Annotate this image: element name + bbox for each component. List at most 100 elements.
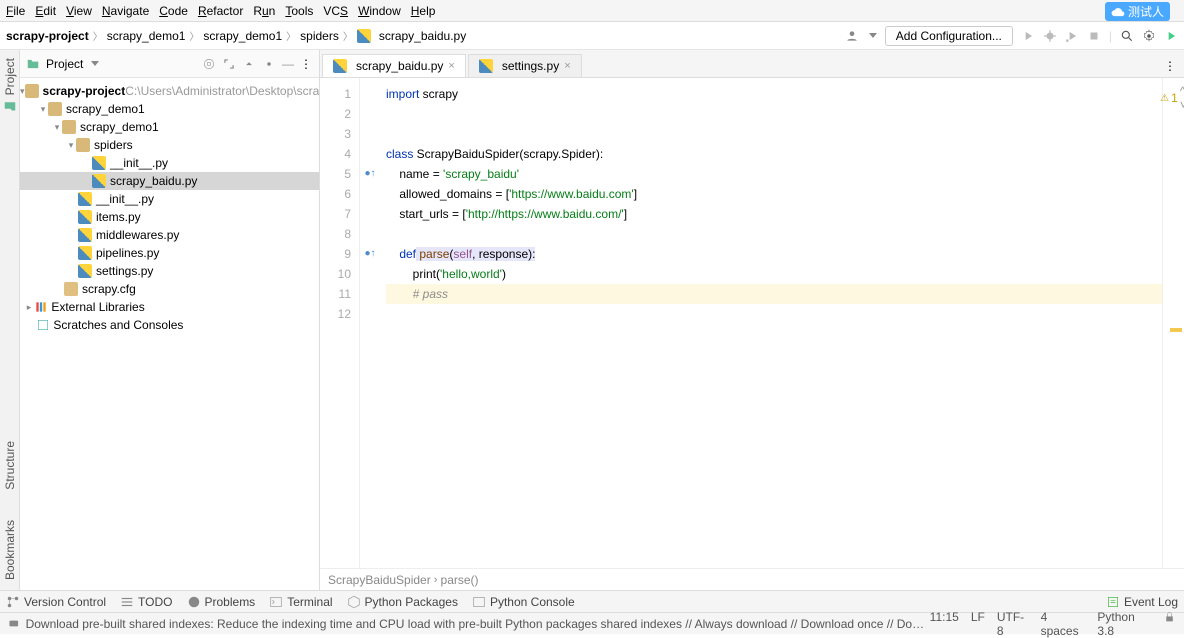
top-badge-area: 测试人 [1105, 2, 1170, 21]
editor-area: scrapy_baidu.py× settings.py× ⋮ 12345678… [320, 50, 1184, 590]
status-encoding[interactable]: UTF-8 [997, 610, 1029, 638]
tree-spiders[interactable]: ▾spiders [20, 136, 319, 154]
chevron-right-icon: 〉 [286, 28, 296, 43]
tab-python-packages[interactable]: Python Packages [347, 595, 458, 609]
status-position[interactable]: 11:15 [930, 610, 959, 638]
tab-problems[interactable]: Problems [187, 595, 256, 609]
tab-version-control[interactable]: Version Control [6, 595, 106, 609]
crumb-file[interactable]: scrapy_baidu.py [379, 29, 466, 43]
lock-icon[interactable] [1163, 610, 1176, 624]
more-icon[interactable]: ⋮ [300, 57, 313, 71]
menu-help[interactable]: Help [411, 4, 436, 18]
code-lines[interactable]: import scrapy class ScrapyBaiduSpider(sc… [380, 78, 1162, 568]
bc-method[interactable]: parse() [441, 573, 479, 587]
menu-refactor[interactable]: Refactor [198, 4, 243, 18]
tree-pipelines[interactable]: pipelines.py [20, 244, 319, 262]
tree-cfg[interactable]: scrapy.cfg [20, 280, 319, 298]
editor-tabs: scrapy_baidu.py× settings.py× ⋮ [320, 50, 1184, 78]
run-coverage-icon[interactable] [1065, 29, 1079, 43]
tab-baidu[interactable]: scrapy_baidu.py× [322, 54, 466, 77]
run-anything-icon[interactable] [1164, 29, 1178, 43]
debug-icon[interactable] [1043, 29, 1057, 43]
tab-settings[interactable]: settings.py× [468, 54, 582, 77]
tab-todo[interactable]: TODO [120, 595, 172, 609]
list-icon [120, 595, 134, 609]
project-header: Project — ⋮ [20, 50, 319, 78]
editor-breadcrumb: ScrapyBaiduSpider › parse() [320, 568, 1184, 590]
crumb-demo1b[interactable]: scrapy_demo1 [203, 29, 282, 43]
tree-init[interactable]: __init__.py [20, 154, 319, 172]
status-message[interactable]: Download pre-built shared indexes: Reduc… [26, 617, 930, 631]
close-icon[interactable]: × [448, 60, 454, 72]
library-icon [34, 300, 48, 314]
search-icon[interactable] [1120, 29, 1134, 43]
tool-structure[interactable]: Structure [3, 441, 17, 490]
menu-window[interactable]: Window [358, 4, 401, 18]
menu-edit[interactable]: Edit [35, 4, 56, 18]
cloud-badge[interactable]: 测试人 [1105, 2, 1170, 21]
tab-terminal[interactable]: Terminal [269, 595, 332, 609]
tree-scratch[interactable]: Scratches and Consoles [20, 316, 319, 334]
hide-icon[interactable]: — [282, 57, 294, 71]
tree-middlewares[interactable]: middlewares.py [20, 226, 319, 244]
line-gutter: 123456789101112 [320, 78, 360, 568]
tab-event-log[interactable]: Event Log [1106, 595, 1178, 609]
tab-python-console[interactable]: Python Console [472, 595, 575, 609]
branch-icon [6, 595, 20, 609]
tool-bookmarks[interactable]: Bookmarks [3, 520, 17, 580]
chevron-right-icon: 〉 [93, 28, 103, 43]
tree-extlib[interactable]: ▸ External Libraries [20, 298, 319, 316]
expand-icon[interactable] [222, 57, 236, 71]
bc-class[interactable]: ScrapyBaiduSpider [328, 573, 431, 587]
status-line-sep[interactable]: LF [971, 610, 985, 638]
tool-project[interactable]: Project [3, 58, 17, 113]
dropdown-icon[interactable] [91, 61, 99, 66]
tree-root[interactable]: ▾scrapy-project C:\Users\Administrator\D… [20, 82, 319, 100]
crumb-project[interactable]: scrapy-project [6, 29, 89, 43]
gear-icon[interactable] [262, 57, 276, 71]
badge-text: 测试人 [1128, 3, 1164, 20]
menu-code[interactable]: Code [159, 4, 188, 18]
stop-icon[interactable] [1087, 29, 1101, 43]
add-configuration-button[interactable]: Add Configuration... [885, 26, 1013, 46]
project-panel: Project — ⋮ ▾scrapy-project C:\Users\Adm… [20, 50, 320, 590]
chevron-right-icon: 〉 [189, 28, 199, 43]
tree-items[interactable]: items.py [20, 208, 319, 226]
tree-init2[interactable]: __init__.py [20, 190, 319, 208]
python-file-icon [479, 59, 493, 73]
menu-view[interactable]: View [66, 4, 92, 18]
crumb-demo1[interactable]: scrapy_demo1 [107, 29, 186, 43]
menu-file[interactable]: File [6, 4, 25, 18]
menu-tools[interactable]: Tools [285, 4, 313, 18]
tree-demo1[interactable]: ▾scrapy_demo1 [20, 100, 319, 118]
gear-icon[interactable] [1142, 29, 1156, 43]
close-icon[interactable]: × [564, 60, 570, 72]
python-file-icon [357, 29, 371, 43]
menu-run[interactable]: Run [253, 4, 275, 18]
code-editor[interactable]: 123456789101112 ●↑●↑ import scrapy class… [320, 78, 1184, 568]
menu-navigate[interactable]: Navigate [102, 4, 149, 18]
terminal-icon [269, 595, 283, 609]
status-indent[interactable]: 4 spaces [1041, 610, 1086, 638]
tree-demo1b[interactable]: ▾scrapy_demo1 [20, 118, 319, 136]
collapse-icon[interactable] [242, 57, 256, 71]
message-icon[interactable] [8, 617, 20, 631]
package-icon [347, 595, 361, 609]
status-interpreter[interactable]: Python 3.8 [1097, 610, 1151, 638]
run-toolbar: Add Configuration... | [845, 26, 1178, 46]
tree-baidu[interactable]: scrapy_baidu.py [20, 172, 319, 190]
warning-mark[interactable] [1170, 328, 1182, 332]
dropdown-icon[interactable] [869, 33, 877, 38]
menu-vcs[interactable]: VCS [323, 4, 348, 18]
main-area: Project Structure Bookmarks Project — ⋮ … [0, 50, 1184, 590]
crumb-spiders[interactable]: spiders [300, 29, 339, 43]
tree-settings[interactable]: settings.py [20, 262, 319, 280]
run-icon[interactable] [1021, 29, 1035, 43]
inspection-rail: ⚠1 ^ ˅ [1162, 78, 1184, 568]
user-icon[interactable] [845, 29, 859, 43]
scratches-icon [36, 318, 50, 332]
cloud-icon [1111, 5, 1125, 19]
tab-more-icon[interactable]: ⋮ [1156, 55, 1184, 77]
warning-badge[interactable]: ⚠1 ^ ˅ [1160, 84, 1184, 112]
target-icon[interactable] [202, 57, 216, 71]
